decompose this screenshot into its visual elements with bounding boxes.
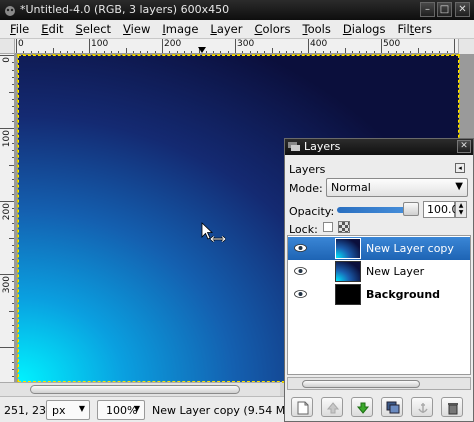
layer-row[interactable]: New Layer copy [288, 237, 470, 260]
horizontal-ruler[interactable]: 0 100 200 300 400 500 [15, 39, 458, 54]
layer-list: New Layer copy New Layer Background [287, 235, 471, 375]
ruler-tick [0, 274, 14, 275]
anchor-layer-icon [418, 403, 428, 413]
raise-layer-icon [326, 402, 340, 414]
lower-layer-icon [356, 402, 370, 414]
ruler-tick [308, 39, 309, 53]
ruler-tick [454, 39, 455, 53]
lock-pixels-checkbox[interactable] [323, 222, 333, 232]
duplicate-layer-button[interactable] [381, 397, 403, 417]
ruler-label: 500 [383, 39, 401, 49]
maximize-button[interactable]: □ [437, 2, 452, 17]
chevron-down-icon: ▼ [455, 181, 463, 192]
layer-thumbnail [335, 284, 361, 305]
dock-close-button[interactable]: ✕ [457, 140, 471, 153]
unit-select[interactable]: px ▼ [46, 400, 90, 420]
menu-bar: File Edit Select View Image Layer Colors Tools D… [0, 20, 474, 39]
ruler-tick [0, 201, 14, 202]
ruler-label: 400 [310, 39, 328, 49]
window-titlebar: *Untitled-4.0 (RGB, 3 layers) 600x450 – … [0, 0, 474, 20]
unit-value: px [52, 404, 66, 417]
opacity-label: Opacity: [289, 205, 335, 218]
menu-item-select[interactable]: Select [70, 22, 118, 36]
mode-value: Normal [331, 181, 371, 194]
close-button[interactable]: ✕ [455, 2, 470, 17]
zoom-corner-button[interactable] [0, 382, 15, 396]
layer-name[interactable]: New Layer [366, 265, 424, 278]
layers-dock: Layers ✕ Layers ◂ Mode: Normal ▼ Opacity… [284, 138, 474, 422]
layer-thumbnail [335, 238, 361, 259]
ruler-tick [162, 39, 163, 53]
raise-layer-button[interactable] [321, 397, 343, 417]
ruler-label: 300 [2, 276, 12, 294]
ruler-tick [235, 39, 236, 53]
dock-title: Layers [304, 140, 341, 153]
quick-mask-corner-button[interactable] [0, 39, 15, 54]
new-layer-icon [297, 401, 309, 415]
ruler-tick [16, 39, 17, 53]
vertical-ruler[interactable]: 0 100 200 300 [0, 54, 15, 382]
menu-item-colors[interactable]: Colors [248, 22, 296, 36]
menu-item-dialogs[interactable]: Dialogs [337, 22, 392, 36]
eye-icon[interactable] [294, 243, 307, 253]
layer-row[interactable]: Background [288, 283, 470, 306]
eye-icon[interactable] [294, 289, 307, 299]
opacity-input[interactable]: 100.0 [423, 201, 459, 218]
layer-name[interactable]: New Layer copy [366, 242, 454, 255]
ruler-label: 0 [18, 39, 24, 49]
menu-item-image[interactable]: Image [156, 22, 204, 36]
scrollbar-thumb[interactable] [30, 385, 240, 394]
new-layer-button[interactable] [291, 397, 313, 417]
layer-row[interactable]: New Layer [288, 260, 470, 283]
navigate-button[interactable] [458, 39, 474, 54]
delete-layer-icon [448, 403, 458, 415]
ruler-tick [0, 128, 14, 129]
ruler-label: 100 [2, 130, 12, 148]
mode-label: Mode: [289, 182, 323, 195]
tab-layers[interactable]: Layers [289, 163, 325, 176]
layer-list-scrollbar[interactable] [287, 377, 471, 390]
delete-layer-button[interactable] [441, 397, 463, 417]
opacity-slider-handle[interactable] [403, 202, 419, 216]
ruler-label: 200 [2, 203, 12, 221]
mode-select[interactable]: Normal ▼ [326, 178, 468, 197]
ruler-tick [89, 39, 90, 53]
ruler-tick [0, 347, 14, 348]
layer-thumbnail [335, 261, 361, 282]
minimize-button[interactable]: – [420, 2, 435, 17]
eye-icon[interactable] [294, 266, 307, 276]
menu-item-tools[interactable]: Tools [297, 22, 337, 36]
horizontal-scrollbar[interactable] [15, 382, 280, 396]
menu-item-edit[interactable]: Edit [35, 22, 69, 36]
ruler-label: 200 [164, 39, 182, 49]
zoom-value: 100% [106, 404, 138, 417]
menu-item-view[interactable]: View [117, 22, 156, 36]
ruler-tick [381, 39, 382, 53]
status-message: New Layer copy (9.54 MB) [152, 404, 298, 417]
anchor-layer-button[interactable] [411, 397, 433, 417]
layers-dock-icon [288, 142, 300, 151]
gimp-app-icon [5, 6, 15, 16]
chevron-down-icon: ▼ [133, 404, 140, 413]
layer-name[interactable]: Background [366, 288, 440, 301]
scrollbar-thumb[interactable] [302, 380, 420, 388]
dock-titlebar: Layers ✕ [285, 139, 473, 155]
ruler-label: 100 [91, 39, 109, 49]
window-title: *Untitled-4.0 (RGB, 3 layers) 600x450 [20, 3, 230, 16]
lower-layer-button[interactable] [351, 397, 373, 417]
zoom-select[interactable]: 100% ▼ [97, 400, 145, 420]
tab-menu-button[interactable]: ◂ [455, 163, 465, 173]
opacity-spinner[interactable]: ▲ ▼ [455, 201, 467, 218]
menu-item-layer[interactable]: Layer [204, 22, 248, 36]
layers-toolbar [285, 393, 473, 421]
lock-alpha-icon[interactable] [338, 221, 350, 233]
ruler-pointer-marker [198, 47, 206, 53]
menu-item-filters[interactable]: Filters [391, 22, 437, 36]
move-cursor-icon [201, 222, 226, 243]
ruler-label: 300 [237, 39, 255, 49]
ruler-label: 0 [2, 57, 12, 63]
chevron-down-icon: ▼ [78, 404, 85, 413]
duplicate-layer-icon [386, 401, 400, 414]
menu-item-file[interactable]: File [4, 22, 35, 36]
